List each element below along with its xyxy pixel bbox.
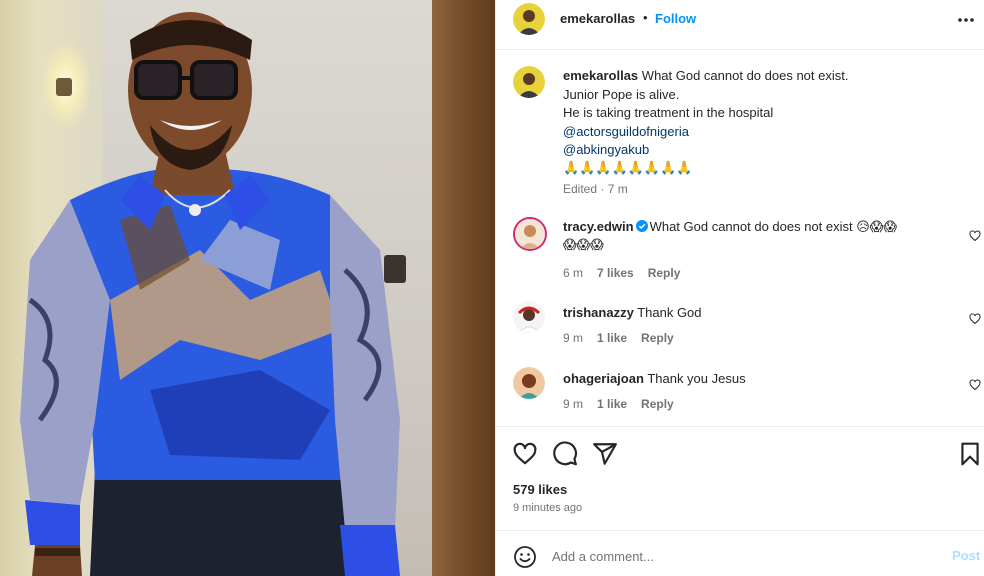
- comment-text: tracy.edwin What God cannot do does not e…: [563, 218, 953, 255]
- caption-line: Junior Pope is alive.: [563, 86, 680, 102]
- header-separator-dot: •: [643, 10, 648, 25]
- caption-line: What God cannot do does not exist.: [641, 68, 849, 83]
- post-time-ago[interactable]: 9 minutes ago: [513, 502, 582, 514]
- commenter-username[interactable]: tracy.edwin: [563, 219, 634, 234]
- comment-text: trishanazzy Thank God: [563, 304, 953, 323]
- follow-button[interactable]: Follow: [655, 11, 696, 26]
- commenter-username[interactable]: ohageriajoan: [563, 371, 644, 386]
- emoji-icon[interactable]: [513, 545, 537, 569]
- comment-body: Thank you Jesus: [647, 371, 746, 386]
- post-detail-panel: emekarollas • Follow emekarollas What Go…: [495, 0, 984, 576]
- comment-time: 6 m: [563, 266, 584, 280]
- verified-badge-icon: [635, 220, 648, 232]
- caption-author-avatar[interactable]: [513, 66, 545, 98]
- comment-input[interactable]: [552, 546, 932, 566]
- comment-body: Thank God: [637, 305, 702, 320]
- comment-time: 9 m: [563, 397, 584, 411]
- more-horizontal-icon[interactable]: [956, 10, 976, 30]
- comment-like-heart-icon[interactable]: [969, 313, 981, 325]
- comment-meta: 9 m 1 like Reply: [563, 331, 688, 345]
- post-header: emekarollas • Follow: [496, 0, 984, 50]
- add-comment-bar: Post: [496, 530, 984, 576]
- commenter-avatar[interactable]: [513, 217, 547, 251]
- comment-text: ohageriajoan Thank you Jesus: [563, 370, 953, 389]
- post-photo[interactable]: [0, 0, 495, 576]
- comment-likes[interactable]: 7 likes: [597, 266, 634, 280]
- comment-time: 9 m: [563, 331, 584, 345]
- comment-like-heart-icon[interactable]: [969, 379, 981, 391]
- author-avatar[interactable]: [513, 3, 545, 35]
- comment-meta: 6 m 7 likes Reply: [563, 266, 694, 280]
- heart-icon[interactable]: [512, 441, 538, 467]
- caption-username[interactable]: emekarollas: [563, 68, 638, 83]
- reply-button[interactable]: Reply: [641, 397, 674, 411]
- post-caption: emekarollas What God cannot do does not …: [563, 67, 963, 178]
- bookmark-icon[interactable]: [957, 441, 983, 467]
- commenter-avatar[interactable]: [513, 301, 545, 333]
- comment-icon[interactable]: [552, 441, 578, 467]
- comment-like-heart-icon[interactable]: [969, 230, 981, 242]
- commenter-avatar[interactable]: [513, 367, 545, 399]
- mention-link[interactable]: @abkingyakub: [563, 141, 963, 160]
- commenter-username[interactable]: trishanazzy: [563, 305, 634, 320]
- like-count[interactable]: 579 likes: [513, 482, 567, 497]
- caption-emoji-line: 🙏🙏🙏🙏🙏🙏🙏🙏: [563, 160, 693, 176]
- comment-likes[interactable]: 1 like: [597, 331, 627, 345]
- reply-button[interactable]: Reply: [641, 331, 674, 345]
- author-username[interactable]: emekarollas: [560, 11, 635, 26]
- post-comment-button[interactable]: Post: [952, 548, 980, 563]
- comment-body: What God cannot do does not exist 😥😱😱: [649, 219, 897, 234]
- reply-button[interactable]: Reply: [648, 266, 681, 280]
- comment-body-line2: 😱😱😱: [563, 237, 604, 253]
- comment-meta: 9 m 1 like Reply: [563, 397, 688, 411]
- post-action-bar: [496, 426, 984, 478]
- mention-link[interactable]: @actorsguildofnigeria: [563, 123, 963, 142]
- caption-edited-timestamp: Edited · 7 m: [563, 182, 628, 196]
- comment-likes[interactable]: 1 like: [597, 397, 627, 411]
- share-icon[interactable]: [592, 441, 618, 467]
- photo-person: [20, 12, 400, 576]
- caption-line: He is taking treatment in the hospital: [563, 105, 774, 120]
